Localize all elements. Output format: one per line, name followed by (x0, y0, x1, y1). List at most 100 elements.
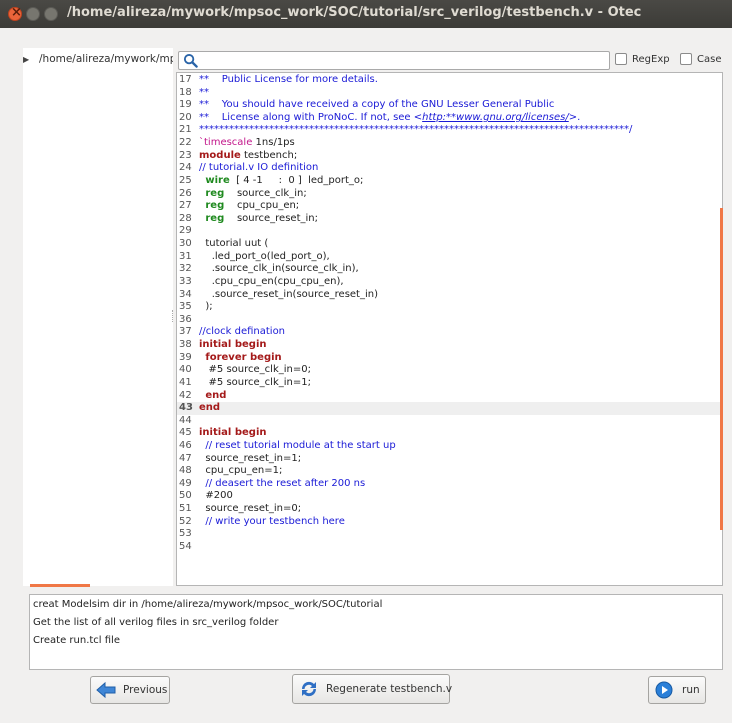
window-title: /home/alireza/mywork/mpsoc_work/SOC/tuto… (67, 5, 642, 20)
code-token-keyword: forever begin (205, 351, 282, 363)
code-line[interactable]: 48 cpu_cpu_en=1; (177, 465, 722, 478)
code-token-plain: source_reset_in=0; (199, 503, 302, 515)
line-number: 42 (179, 389, 192, 401)
expand-arrow-icon[interactable]: ▶ (23, 55, 39, 64)
code-token-comment: // reset tutorial module at the start up (199, 439, 396, 451)
search-input[interactable] (178, 51, 610, 70)
code-line[interactable]: 54 (177, 541, 722, 554)
code-line[interactable]: 27 reg cpu_cpu_en; (177, 200, 722, 213)
code-token-plain: testbench; (240, 149, 298, 161)
tree-item-project[interactable]: ▶/home/alireza/mywork/mpsoc_work/SOC/tut… (23, 53, 173, 65)
code-line[interactable]: 26 reg source_clk_in; (177, 188, 722, 201)
code-line[interactable]: 52 // write your testbench here (177, 516, 722, 529)
code-line[interactable]: 33 .cpu_cpu_en(cpu_cpu_en), (177, 276, 722, 289)
arrow-left-icon (96, 681, 116, 699)
previous-button[interactable]: Previous (90, 676, 170, 704)
code-line[interactable]: 22 `timescale 1ns/1ps (177, 137, 722, 150)
line-number: 29 (179, 225, 192, 237)
regexp-checkbox[interactable] (615, 53, 627, 65)
line-number: 24 (179, 162, 192, 174)
line-number: 36 (179, 313, 192, 325)
line-number: 41 (179, 376, 192, 388)
code-token-type: wire (205, 174, 230, 186)
search-icon[interactable] (183, 53, 198, 68)
code-token-directive: `timescale (199, 137, 253, 149)
code-token-plain: cpu_cpu_en; (224, 200, 300, 212)
code-token-plain: [ 4 -1 : 0 ] led_port_o; (229, 174, 364, 186)
line-number: 37 (179, 326, 192, 338)
code-line[interactable]: 39 forever begin (177, 352, 722, 365)
case-label: Case (697, 54, 722, 65)
line-number: 54 (179, 540, 192, 552)
code-line[interactable]: 20 ** License along with ProNoC. If not, … (177, 112, 722, 125)
code-line[interactable]: 41 #5 source_clk_in=1; (177, 377, 722, 390)
code-token-keyword: initial begin (199, 339, 267, 351)
code-line[interactable]: 47 source_reset_in=1; (177, 453, 722, 466)
window-close-button[interactable] (8, 5, 22, 21)
code-editor[interactable]: 17 ** Public License for more details. 18 *… (176, 72, 723, 586)
title-bar: /home/alireza/mywork/mpsoc_work/SOC/tuto… (0, 0, 732, 28)
tree-item-label: /home/alireza/mywork/mpsoc_work/SOC/tuto… (39, 53, 173, 65)
code-line[interactable]: 31 .led_port_o(led_port_o), (177, 251, 722, 264)
line-number: 32 (179, 263, 192, 275)
code-line[interactable]: 34 .source_reset_in(source_reset_in) (177, 289, 722, 302)
regenerate-testbench-button[interactable]: Regenerate testbench.v (292, 674, 452, 704)
line-number: 53 (179, 528, 192, 540)
code-token-plain: .led_port_o(led_port_o), (199, 250, 330, 262)
code-line[interactable]: 38 initial begin (177, 339, 722, 352)
line-number: 46 (179, 439, 192, 451)
code-line[interactable]: 42 end (177, 390, 722, 403)
code-line[interactable]: 29 (177, 225, 722, 238)
code-line[interactable]: 35 ); (177, 301, 722, 314)
code-line[interactable]: 18 ** (177, 87, 722, 100)
line-number: 45 (179, 427, 192, 439)
regexp-label: RegExp (632, 54, 670, 65)
line-number: 47 (179, 452, 192, 464)
code-line[interactable]: 53 (177, 528, 722, 541)
line-number: 39 (179, 351, 192, 363)
code-token-plain: tutorial uut ( (199, 238, 269, 250)
case-checkbox[interactable] (680, 53, 692, 65)
code-line[interactable]: 21 **************************************… (177, 124, 722, 137)
line-number: 19 (179, 99, 192, 111)
code-line[interactable]: 40 #5 source_clk_in=0; (177, 364, 722, 377)
line-number: 17 (179, 74, 192, 85)
code-line[interactable]: 43 end (177, 402, 722, 415)
code-line[interactable]: 36 (177, 314, 722, 327)
refresh-icon (301, 681, 317, 697)
code-line[interactable]: 37 //clock defination (177, 326, 722, 339)
code-line[interactable]: 19 ** You should have received a copy of … (177, 99, 722, 112)
code-line[interactable]: 45 initial begin (177, 427, 722, 440)
code-token-keyword: end (205, 389, 227, 401)
code-line[interactable]: 46 // reset tutorial module at the start… (177, 440, 722, 453)
line-number: 20 (179, 111, 192, 123)
code-token-link: http:**www.gnu.org/licenses/ (422, 111, 569, 123)
window-maximize-button[interactable] (44, 7, 58, 21)
line-number: 21 (179, 124, 192, 136)
code-line[interactable]: 51 source_reset_in=0; (177, 503, 722, 516)
code-line[interactable]: 44 (177, 415, 722, 428)
code-line[interactable]: 25 wire [ 4 -1 : 0 ] led_port_o; (177, 175, 722, 188)
code-token-plain: cpu_cpu_en=1; (199, 465, 283, 477)
line-number: 38 (179, 339, 192, 351)
code-token-comment: >. (568, 111, 581, 123)
code-line[interactable]: 32 .source_clk_in(source_clk_in), (177, 263, 722, 276)
code-line[interactable]: 28 reg source_reset_in; (177, 213, 722, 226)
line-number: 43 (179, 402, 193, 414)
line-number: 34 (179, 288, 192, 300)
play-icon (655, 681, 673, 699)
window-minimize-button[interactable] (26, 7, 40, 21)
code-line[interactable]: 50 #200 (177, 490, 722, 503)
line-number: 35 (179, 301, 192, 313)
code-line[interactable]: 17 ** Public License for more details. (177, 74, 722, 87)
code-line[interactable]: 23 module testbench; (177, 150, 722, 163)
code-token-plain: source_clk_in; (224, 187, 307, 199)
code-line[interactable]: 49 // deasert the reset after 200 ns (177, 478, 722, 491)
sidebar-scroll-indicator (30, 584, 90, 587)
code-token-keyword: initial begin (199, 427, 267, 439)
run-button[interactable]: run (648, 676, 706, 704)
code-line[interactable]: 30 tutorial uut ( (177, 238, 722, 251)
code-line[interactable]: 24 // tutorial.v IO definition (177, 162, 722, 175)
code-token-comment: // tutorial.v IO definition (199, 162, 319, 174)
code-token-comment: // deasert the reset after 200 ns (199, 477, 366, 489)
